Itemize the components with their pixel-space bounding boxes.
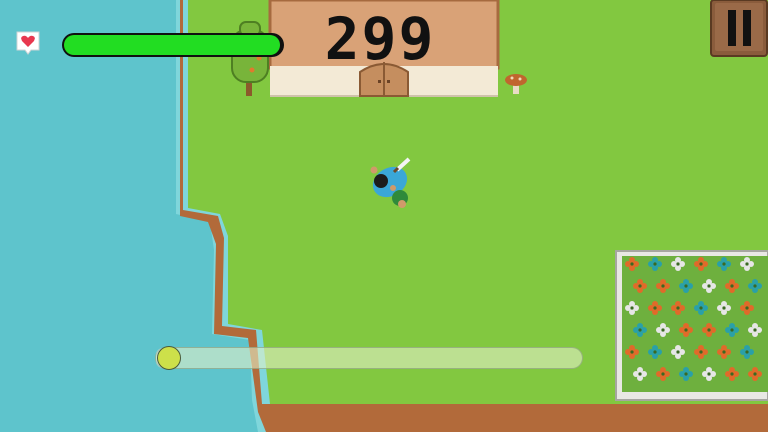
pause-button[interactable] — [710, 0, 768, 58]
health-bar-fill — [64, 35, 280, 55]
score-counter: 299 — [324, 5, 436, 73]
level-progress-bar — [155, 346, 583, 370]
pause-icon — [710, 0, 768, 57]
heart-icon — [16, 31, 40, 55]
health-bar — [62, 33, 284, 57]
level-progress-marker — [157, 346, 181, 370]
flower-garden — [615, 250, 768, 401]
health-heart — [14, 30, 42, 56]
